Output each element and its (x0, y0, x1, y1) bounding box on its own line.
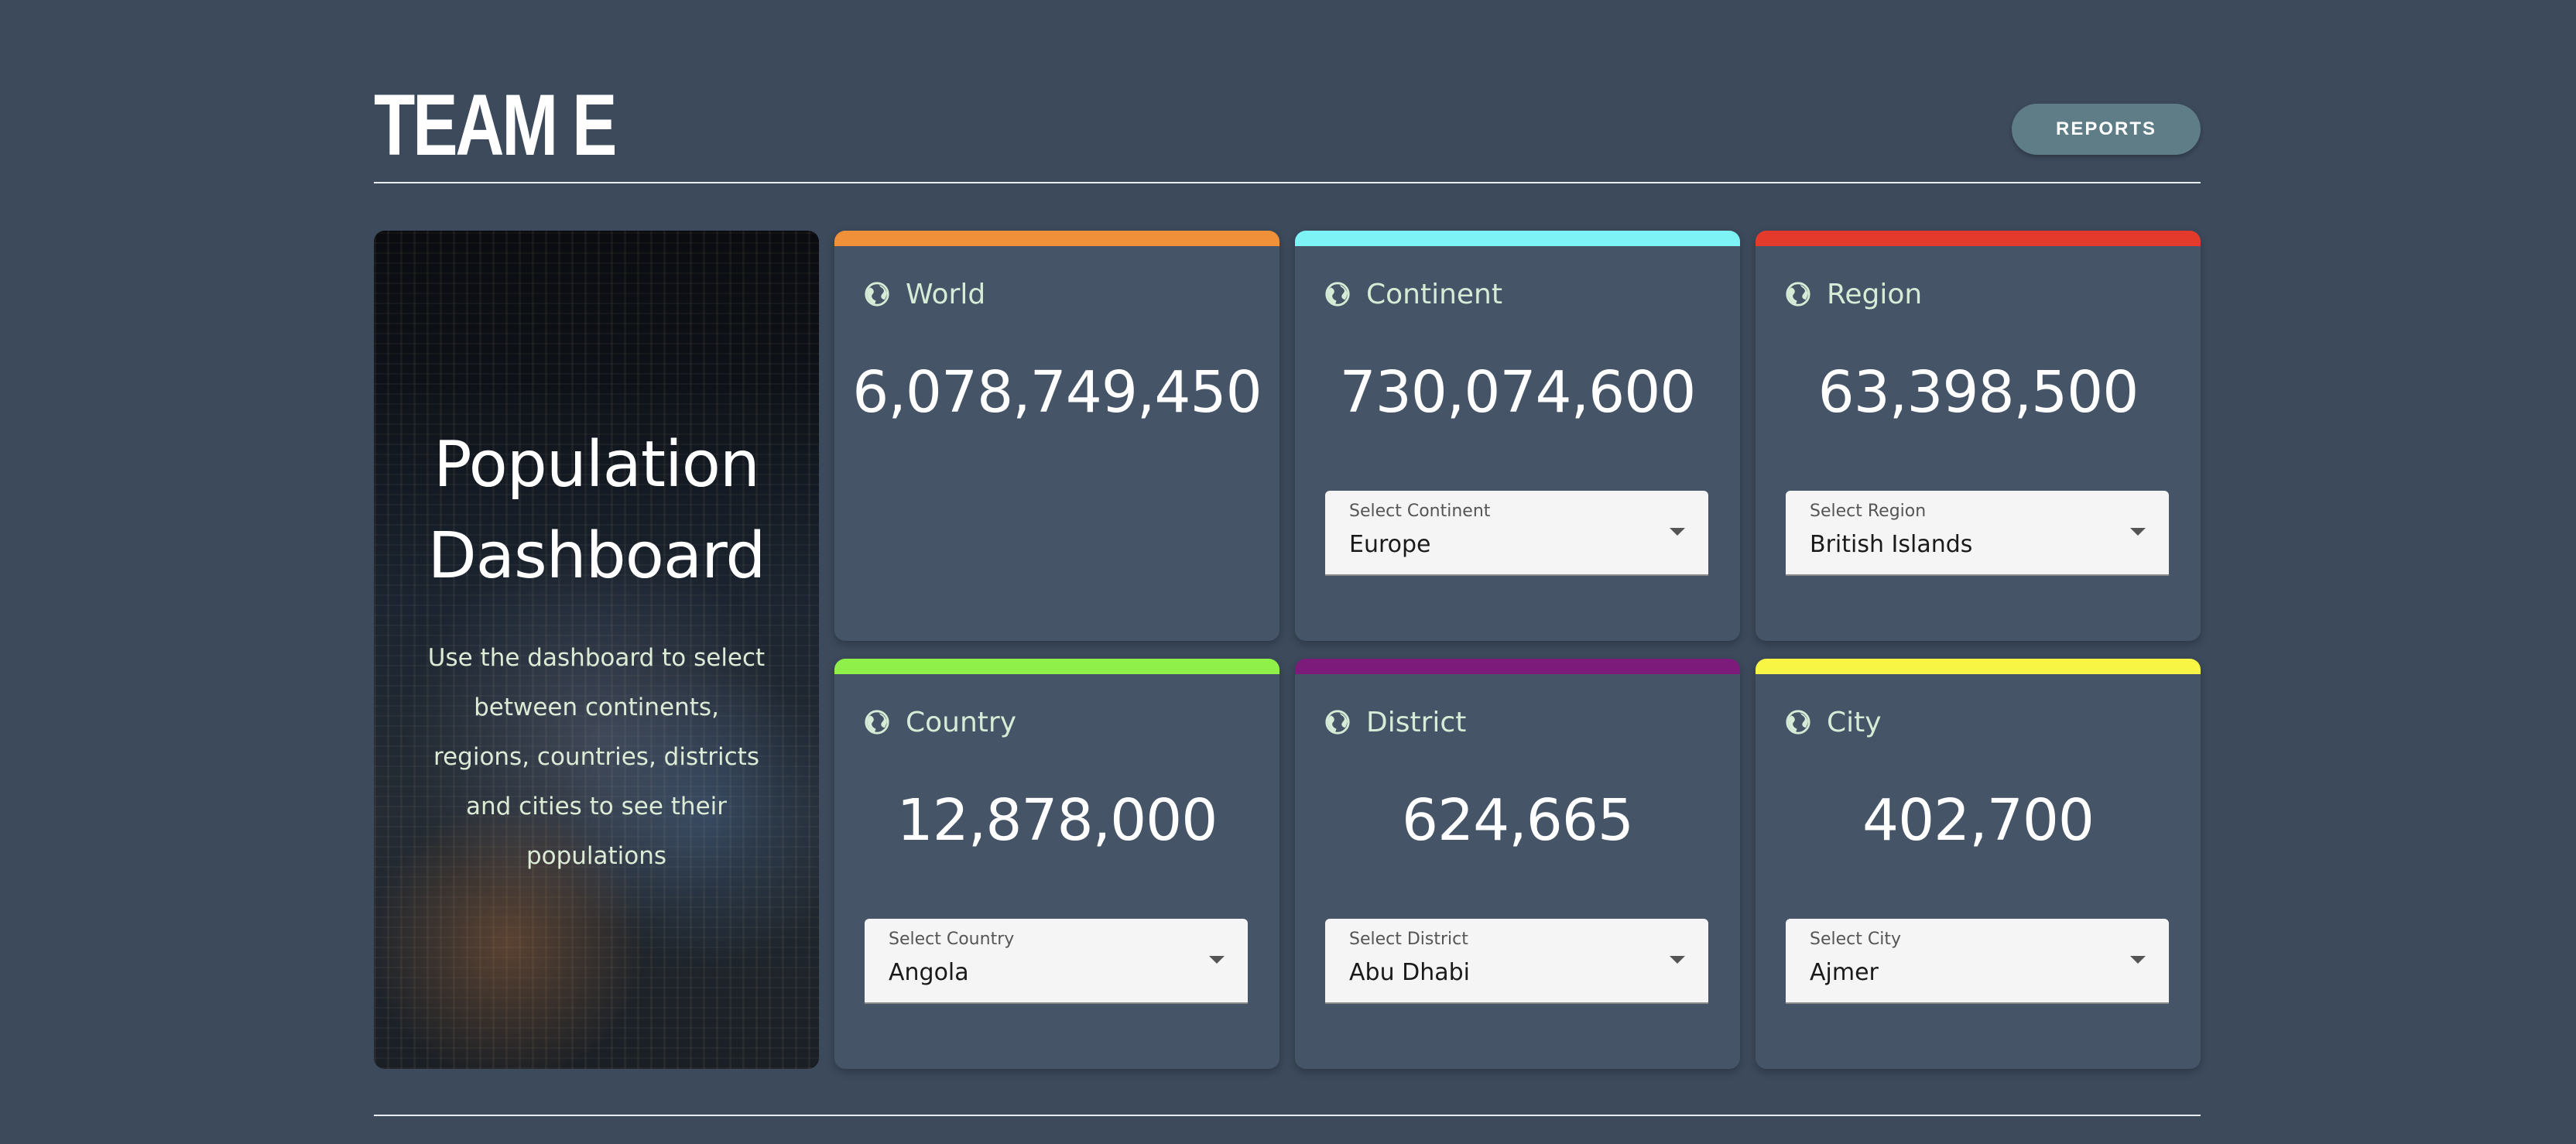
continent-population-value: 730,074,600 (1339, 359, 1697, 426)
district-card: District 624,665 Select District Abu Dha… (1295, 659, 1740, 1069)
region-card: Region 63,398,500 Select Region British … (1756, 231, 2201, 641)
hero-title-line: Dashboard (427, 519, 766, 593)
region-select[interactable]: Select Region British Islands (1786, 491, 2169, 576)
city-accent-bar (1756, 659, 2201, 674)
country-card: Country 12,878,000 Select Country Angola (834, 659, 1279, 1069)
country-population-value: 12,878,000 (896, 787, 1218, 854)
country-select-label: Select Country (889, 930, 1015, 949)
hero-description: Use the dashboard to select between cont… (413, 633, 780, 881)
world-accent-bar (834, 231, 1279, 246)
city-label: City (1827, 706, 1882, 738)
dropdown-caret-icon (1670, 956, 1685, 964)
continent-select-value: Europe (1349, 531, 1431, 558)
globe-icon (1325, 710, 1350, 735)
district-select[interactable]: Select District Abu Dhabi (1325, 919, 1708, 1004)
country-label: Country (906, 706, 1017, 738)
hero-title: Population Dashboard (374, 420, 819, 602)
hero-description-line: populations (526, 842, 667, 870)
district-population-value: 624,665 (1401, 787, 1634, 854)
continent-label: Continent (1366, 278, 1502, 310)
hero-title-line: Population (433, 428, 760, 502)
world-card-header: World (864, 276, 985, 313)
district-accent-bar (1295, 659, 1740, 674)
team-title: TEAM E (374, 77, 617, 173)
continent-card: Continent 730,074,600 Select Continent E… (1295, 231, 1740, 641)
footer-divider (374, 1115, 2201, 1116)
city-select[interactable]: Select City Ajmer (1786, 919, 2169, 1004)
globe-icon (1325, 282, 1350, 307)
hero-description-line: Use the dashboard to select (427, 644, 766, 672)
city-card-header: City (1785, 704, 1882, 741)
globe-icon (865, 282, 889, 307)
region-population-value: 63,398,500 (1817, 359, 2139, 426)
district-card-header: District (1324, 704, 1466, 741)
continent-accent-bar (1295, 231, 1740, 246)
region-label: Region (1827, 278, 1923, 310)
region-card-header: Region (1785, 276, 1922, 313)
reports-button[interactable]: REPORTS (2012, 104, 2201, 155)
globe-icon (1786, 710, 1810, 735)
dropdown-caret-icon (2130, 956, 2146, 964)
hero-panel: Population Dashboard Use the dashboard t… (374, 231, 819, 1069)
world-population-value: 6,078,749,450 (852, 359, 1262, 426)
dropdown-caret-icon (1209, 956, 1225, 964)
dropdown-caret-icon (2130, 528, 2146, 536)
hero-description-line: and cities to see their (465, 793, 728, 820)
city-card: City 402,700 Select City Ajmer (1756, 659, 2201, 1069)
hero-description-line: between continents, (474, 694, 719, 721)
page-header: TEAM E REPORTS (374, 77, 2201, 183)
globe-icon (865, 710, 889, 735)
continent-card-header: Continent (1324, 276, 1502, 313)
dropdown-caret-icon (1670, 528, 1685, 536)
region-accent-bar (1756, 231, 2201, 246)
city-select-label: Select City (1810, 930, 1901, 949)
country-card-header: Country (864, 704, 1016, 741)
country-accent-bar (834, 659, 1279, 674)
hero-description-line: regions, countries, districts (433, 743, 759, 771)
city-population-value: 402,700 (1862, 787, 2095, 854)
continent-select-label: Select Continent (1349, 502, 1491, 521)
country-select-value: Angola (889, 959, 969, 986)
region-select-label: Select Region (1810, 502, 1927, 521)
continent-select[interactable]: Select Continent Europe (1325, 491, 1708, 576)
world-label: World (906, 278, 986, 310)
world-card: World 6,078,749,450 (834, 231, 1279, 641)
globe-icon (1786, 282, 1810, 307)
region-select-value: British Islands (1810, 531, 1973, 558)
district-select-label: Select District (1349, 930, 1468, 949)
header-divider (374, 182, 2201, 183)
city-select-value: Ajmer (1810, 959, 1879, 986)
district-label: District (1366, 706, 1467, 738)
district-select-value: Abu Dhabi (1349, 959, 1470, 986)
country-select[interactable]: Select Country Angola (865, 919, 1248, 1004)
